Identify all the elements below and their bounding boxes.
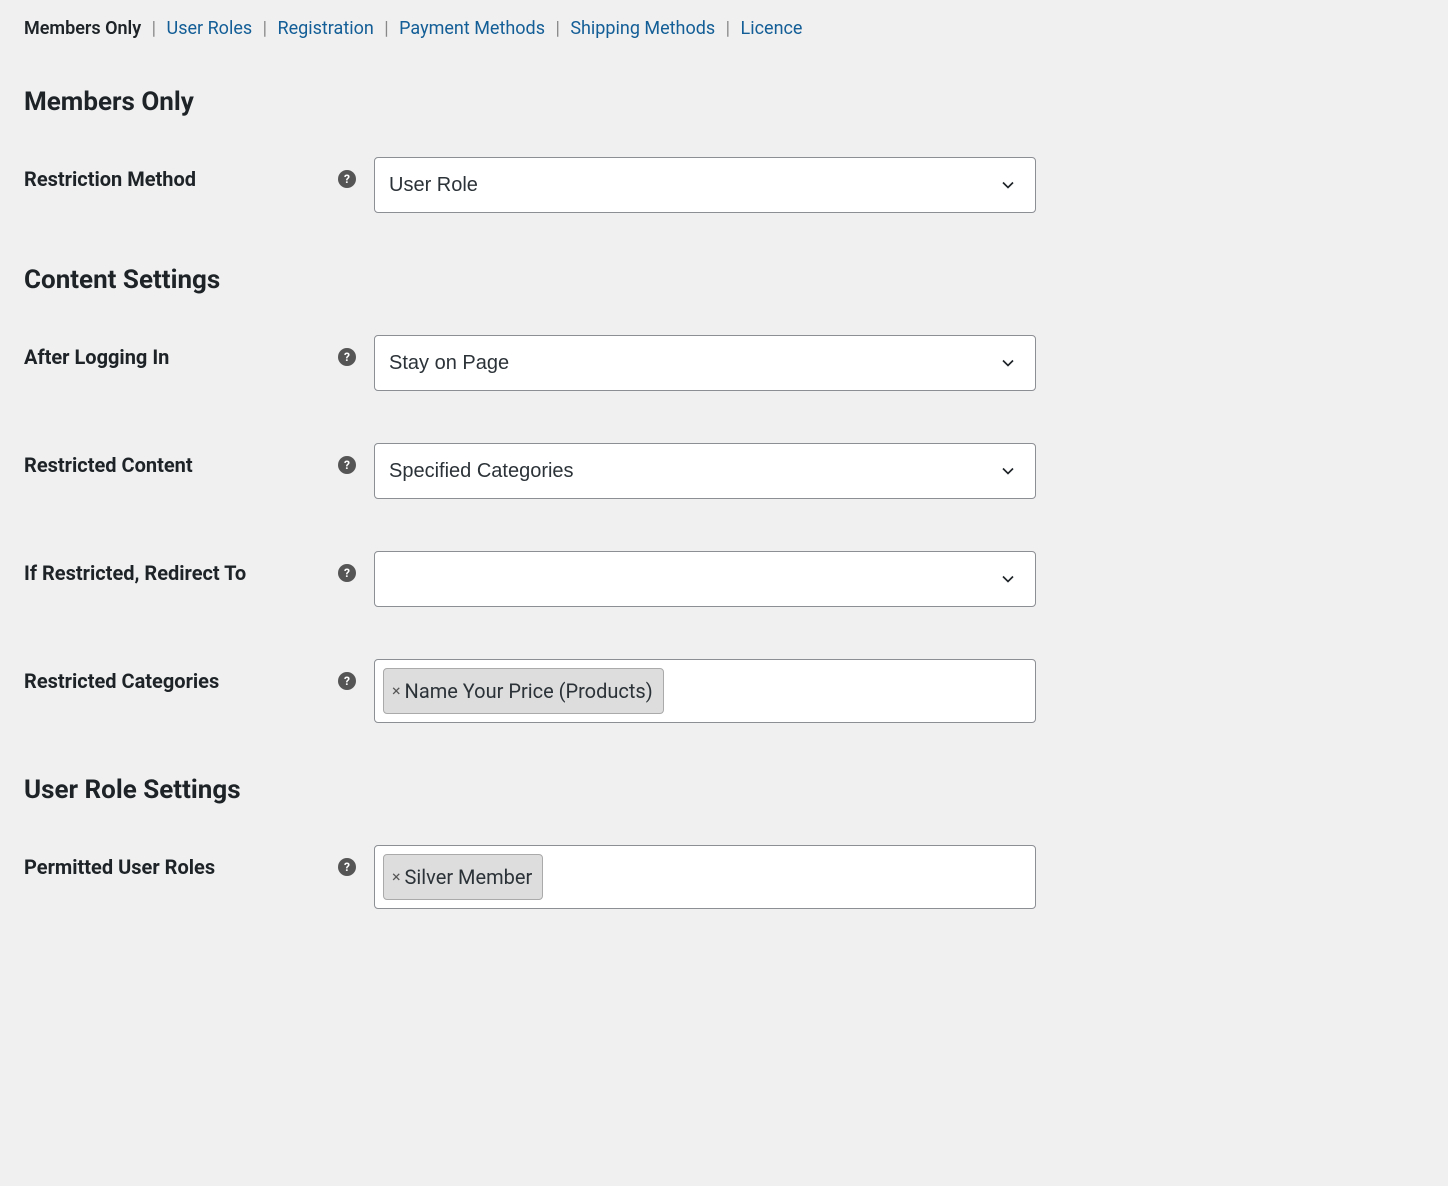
section-title-content-settings: Content Settings: [24, 265, 1424, 295]
field-restricted-categories: Restricted Categories ? × Name Your Pric…: [24, 659, 1424, 723]
field-restriction-method: Restriction Method ? User Role: [24, 157, 1424, 213]
permitted-user-roles-input[interactable]: × Silver Member: [374, 845, 1036, 909]
field-permitted-user-roles: Permitted User Roles ? × Silver Member: [24, 845, 1424, 909]
restricted-content-label: Restricted Content: [24, 453, 330, 477]
tab-separator: |: [263, 18, 267, 39]
after-logging-in-select[interactable]: Stay on Page: [374, 335, 1036, 391]
help-icon[interactable]: ?: [338, 170, 356, 188]
tab-user-roles[interactable]: User Roles: [167, 18, 253, 39]
field-redirect-to: If Restricted, Redirect To ?: [24, 551, 1424, 607]
help-icon[interactable]: ?: [338, 348, 356, 366]
tag-item: × Silver Member: [383, 854, 543, 900]
restriction-method-select[interactable]: User Role: [374, 157, 1036, 213]
tag-remove-icon[interactable]: ×: [392, 683, 401, 699]
tab-members-only[interactable]: Members Only: [24, 18, 141, 39]
field-after-logging-in: After Logging In ? Stay on Page: [24, 335, 1424, 391]
tag-label: Name Your Price (Products): [405, 679, 653, 703]
tab-separator: |: [726, 18, 730, 39]
restricted-categories-label: Restricted Categories: [24, 669, 330, 693]
tag-item: × Name Your Price (Products): [383, 668, 664, 714]
tab-shipping-methods[interactable]: Shipping Methods: [570, 18, 715, 39]
help-icon[interactable]: ?: [338, 672, 356, 690]
tab-separator: |: [384, 18, 388, 39]
restricted-categories-input[interactable]: × Name Your Price (Products): [374, 659, 1036, 723]
redirect-to-label: If Restricted, Redirect To: [24, 561, 330, 585]
tab-separator: |: [152, 18, 156, 39]
tag-remove-icon[interactable]: ×: [392, 869, 401, 885]
field-restricted-content: Restricted Content ? Specified Categorie…: [24, 443, 1424, 499]
tag-label: Silver Member: [405, 865, 533, 889]
help-icon[interactable]: ?: [338, 456, 356, 474]
help-icon[interactable]: ?: [338, 858, 356, 876]
section-title-user-role-settings: User Role Settings: [24, 775, 1424, 805]
redirect-to-select[interactable]: [374, 551, 1036, 607]
after-logging-in-label: After Logging In: [24, 345, 330, 369]
tab-registration[interactable]: Registration: [278, 18, 374, 39]
settings-tabs: Members Only | User Roles | Registration…: [24, 0, 1424, 39]
tab-payment-methods[interactable]: Payment Methods: [399, 18, 545, 39]
restricted-content-select[interactable]: Specified Categories: [374, 443, 1036, 499]
permitted-user-roles-label: Permitted User Roles: [24, 855, 330, 879]
page-title: Members Only: [24, 87, 1424, 117]
restriction-method-label: Restriction Method: [24, 167, 330, 191]
help-icon[interactable]: ?: [338, 564, 356, 582]
tab-licence[interactable]: Licence: [741, 18, 803, 39]
tab-separator: |: [555, 18, 559, 39]
